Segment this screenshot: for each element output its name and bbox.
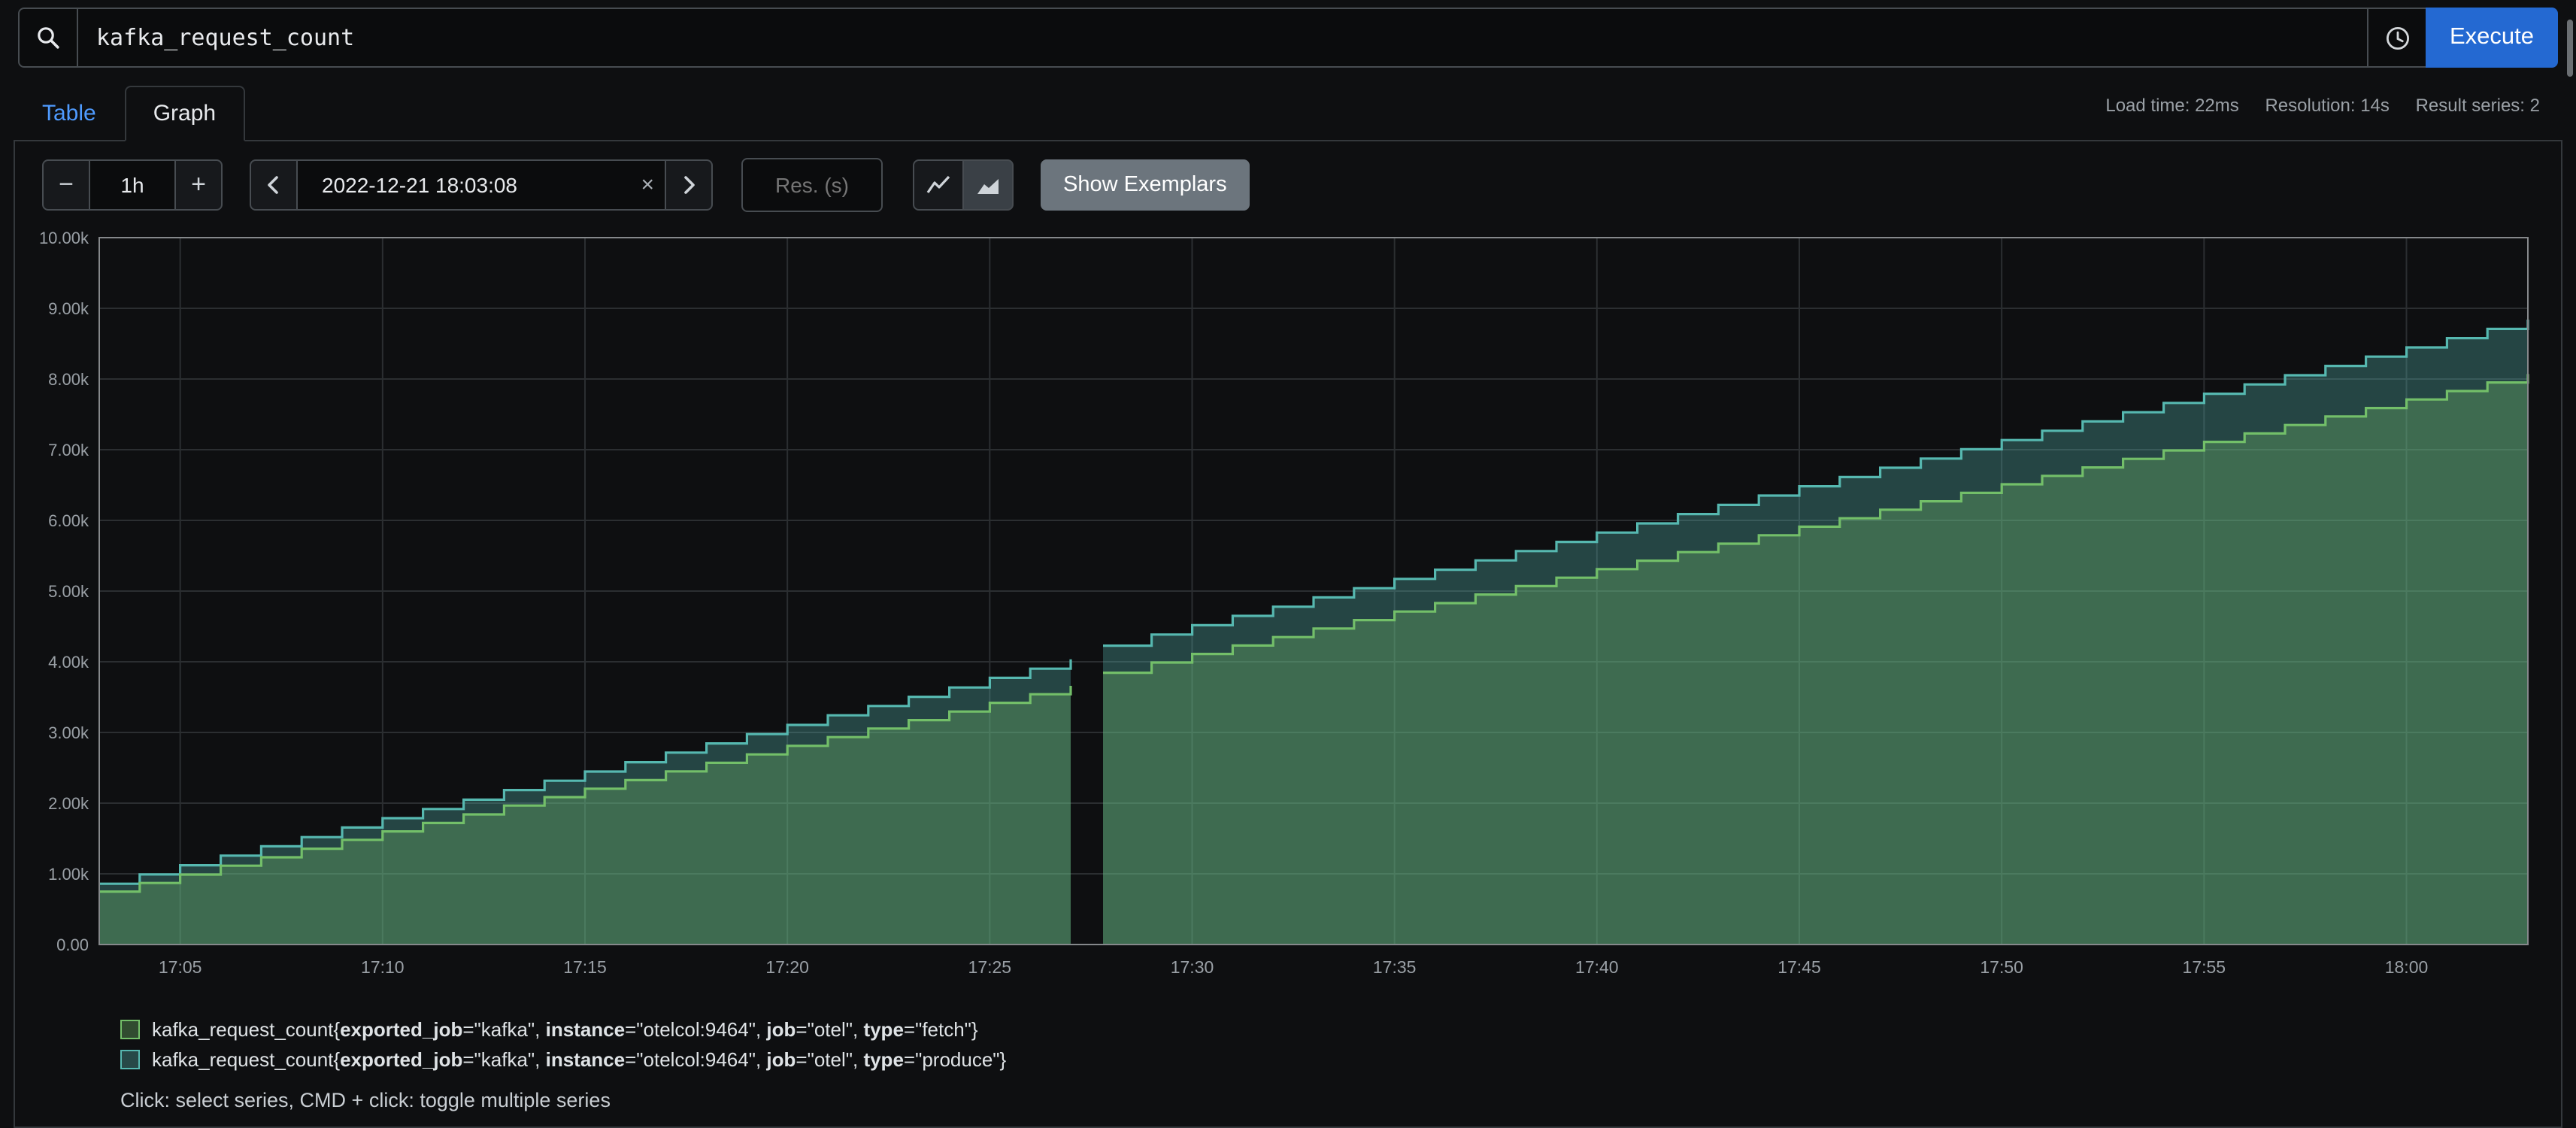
svg-text:0.00: 0.00 (56, 935, 89, 954)
prometheus-app: Execute Load time: 22ms Resolution: 14s … (0, 8, 2576, 1125)
next-time-button[interactable] (665, 159, 713, 211)
svg-text:17:35: 17:35 (1373, 957, 1417, 977)
plus-icon: + (191, 170, 206, 200)
series-swatch-icon (120, 1049, 140, 1069)
range-input[interactable] (89, 159, 176, 211)
svg-text:5.00k: 5.00k (48, 582, 89, 601)
tab-graph[interactable]: Graph (125, 86, 244, 141)
svg-text:17:15: 17:15 (563, 957, 607, 977)
graph-controls: − + × (42, 159, 2546, 211)
svg-text:17:25: 17:25 (968, 957, 1012, 977)
chevron-left-icon (265, 174, 283, 196)
svg-text:6.00k: 6.00k (48, 511, 89, 530)
decrease-range-button[interactable]: − (42, 159, 90, 211)
tabs: Table Graph (14, 86, 2562, 141)
svg-text:7.00k: 7.00k (48, 441, 89, 459)
svg-text:9.00k: 9.00k (48, 299, 89, 318)
clock-icon[interactable] (2367, 8, 2427, 68)
svg-text:10.00k: 10.00k (39, 229, 89, 247)
svg-text:2.00k: 2.00k (48, 794, 89, 813)
datetime-input[interactable] (296, 159, 666, 211)
legend-item[interactable]: kafka_request_count{exported_job="kafka"… (120, 1014, 2546, 1044)
series-label: kafka_request_count{exported_job="kafka"… (152, 1048, 1006, 1070)
search-icon (18, 8, 78, 68)
chart-region[interactable]: 0.00 1.00k 2.00k 3.00k 4.00k 5.00k 6.00k 7.00k 8… (30, 226, 2546, 993)
datetime-wrap: × (296, 159, 666, 211)
graph-panel: − + × (14, 140, 2562, 1128)
show-exemplars-button[interactable]: Show Exemplars (1041, 159, 1250, 211)
line-graph-icon (926, 173, 950, 197)
svg-text:17:45: 17:45 (1777, 957, 1821, 977)
svg-text:17:20: 17:20 (765, 957, 809, 977)
increase-range-button[interactable]: + (174, 159, 223, 211)
svg-text:3.00k: 3.00k (48, 723, 89, 742)
svg-text:4.00k: 4.00k (48, 653, 89, 672)
svg-text:8.00k: 8.00k (48, 370, 89, 389)
chart-type-group (913, 159, 1014, 211)
svg-text:17:50: 17:50 (1980, 957, 2023, 977)
svg-text:17:40: 17:40 (1575, 957, 1619, 977)
svg-text:17:05: 17:05 (159, 957, 202, 977)
datetime-group: × (250, 159, 713, 211)
query-input[interactable] (77, 8, 2368, 68)
svg-text:17:55: 17:55 (2183, 957, 2226, 977)
minus-icon: − (59, 170, 74, 200)
previous-time-button[interactable] (250, 159, 298, 211)
clear-icon[interactable]: × (641, 172, 654, 198)
series-swatch-icon (120, 1019, 140, 1039)
stacked-graph-icon (976, 173, 1000, 197)
legend-item[interactable]: kafka_request_count{exported_job="kafka"… (120, 1044, 2546, 1074)
series-label: kafka_request_count{exported_job="kafka"… (152, 1017, 978, 1040)
range-group: − + (42, 159, 223, 211)
svg-text:17:30: 17:30 (1171, 957, 1214, 977)
tab-table[interactable]: Table (14, 86, 125, 141)
svg-text:17:10: 17:10 (361, 957, 405, 977)
chart-svg: 0.00 1.00k 2.00k 3.00k 4.00k 5.00k 6.00k 7.00k 8… (30, 226, 2546, 985)
svg-text:18:00: 18:00 (2385, 957, 2429, 977)
scrollbar-thumb[interactable] (2567, 20, 2573, 77)
legend-hint: Click: select series, CMD + click: toggl… (120, 1089, 2546, 1111)
resolution-input[interactable] (741, 158, 883, 212)
svg-text:1.00k: 1.00k (48, 865, 89, 884)
execute-button[interactable]: Execute (2426, 8, 2558, 68)
legend: kafka_request_count{exported_job="kafka"… (120, 1014, 2546, 1074)
query-bar: Execute (18, 8, 2558, 68)
chevron-right-icon (680, 174, 698, 196)
line-graph-button[interactable] (913, 159, 964, 211)
stacked-graph-button[interactable] (962, 159, 1014, 211)
